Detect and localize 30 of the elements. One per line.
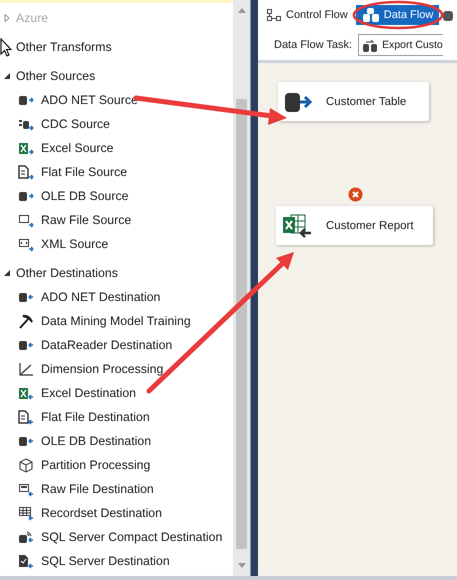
component-node[interactable]: Customer Table: [278, 82, 429, 121]
toolbox-item[interactable]: Flat File Source: [41, 165, 128, 179]
toolbox-item[interactable]: Flat File Destination: [41, 410, 150, 424]
toolbox-item[interactable]: Raw File Destination: [41, 482, 154, 496]
toolbox-item[interactable]: OLE DB Source: [41, 189, 128, 203]
node-label: Customer Report: [326, 220, 414, 232]
task-dropdown[interactable]: Export Custo: [358, 34, 443, 56]
group-label[interactable]: Other Transforms: [16, 40, 112, 54]
toolbox-item[interactable]: Dimension Processing: [41, 362, 164, 376]
toolbox-item[interactable]: DataReader Destination: [41, 338, 172, 352]
group-label[interactable]: Other Destinations: [16, 266, 118, 280]
task-label: Data Flow Task:: [274, 39, 352, 51]
toolbox-item[interactable]: OLE DB Destination: [41, 434, 152, 448]
toolbox-item[interactable]: ADO NET Destination: [41, 290, 160, 304]
toolbox-item[interactable]: Excel Source: [41, 141, 114, 155]
component-node[interactable]: Customer Report: [276, 206, 433, 245]
toolbox-item[interactable]: Raw File Source: [41, 213, 132, 227]
toolbox-item[interactable]: Excel Destination: [41, 386, 136, 400]
toolbox-item[interactable]: Data Mining Model Training: [41, 314, 191, 328]
tab[interactable]: Data Flow: [356, 5, 440, 25]
group-label[interactable]: Other Sources: [16, 69, 96, 83]
toolbox-item[interactable]: XML Source: [41, 237, 108, 251]
toolbox-item[interactable]: SQL Server Compact Destination: [41, 530, 222, 544]
toolbox-item[interactable]: Recordset Destination: [41, 506, 162, 520]
toolbox-item[interactable]: Partition Processing: [41, 458, 150, 472]
tab[interactable]: Control Flow: [266, 5, 352, 25]
toolbox-item[interactable]: CDC Source: [41, 117, 110, 131]
toolbox-item[interactable]: ADO NET Source: [41, 93, 138, 107]
toolbox-item[interactable]: SQL Server Destination: [41, 554, 170, 568]
node-label: Customer Table: [326, 96, 406, 108]
